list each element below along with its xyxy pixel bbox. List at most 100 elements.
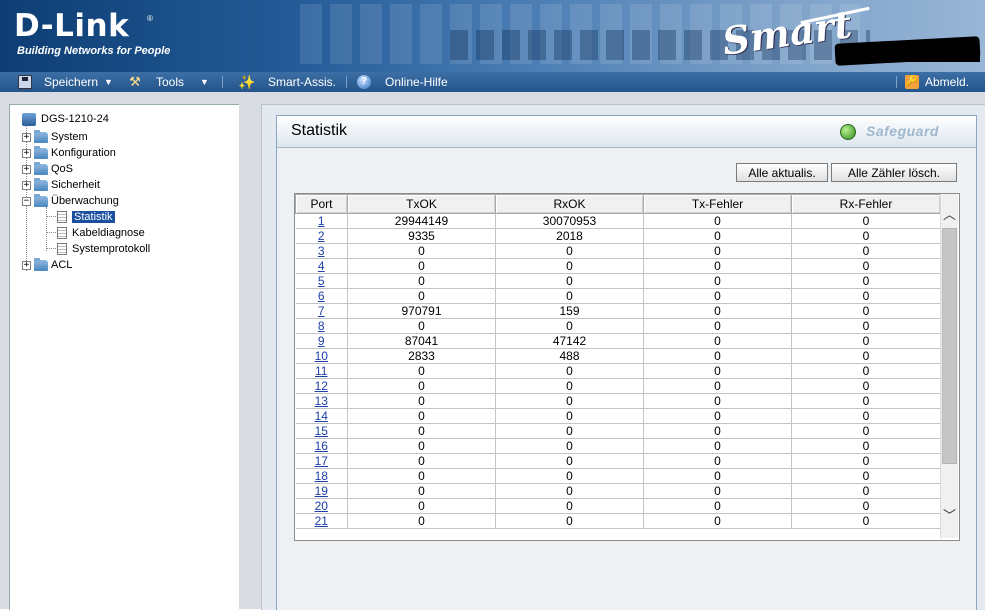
tx-error-cell: 0 (643, 363, 792, 379)
tools-menu[interactable]: ⚒ Tools ▼ (128, 74, 209, 90)
statistics-table-container: Port TxOK RxOK Tx-Fehler Rx-Fehler 1 2994… (294, 193, 960, 541)
rx-error-cell: 0 (791, 228, 941, 244)
tx-error-cell: 0 (643, 393, 792, 409)
port-cell: 5 (295, 273, 348, 289)
column-header-tx-fehler[interactable]: Tx-Fehler (643, 194, 792, 214)
column-header-port[interactable]: Port (295, 194, 348, 214)
txok-cell: 0 (347, 438, 496, 454)
port-cell: 12 (295, 378, 348, 394)
table-row: 7 970791 159 0 0 (295, 303, 941, 319)
tx-error-cell: 0 (643, 468, 792, 484)
rxok-cell: 0 (495, 468, 644, 484)
port-link[interactable]: 11 (315, 364, 327, 378)
column-header-txok[interactable]: TxOK (347, 194, 496, 214)
port-link[interactable]: 19 (315, 484, 328, 498)
column-header-rxok[interactable]: RxOK (495, 194, 644, 214)
tree-item-acl[interactable]: + ACL (22, 257, 72, 273)
switch-icon (22, 112, 36, 126)
chevron-down-icon[interactable]: ﹀ (941, 507, 958, 524)
tree-item-system[interactable]: + System (22, 129, 88, 145)
collapse-icon[interactable]: − (22, 196, 31, 206)
rxok-cell: 0 (495, 483, 644, 499)
save-menu[interactable]: Speichern ▼ (18, 74, 113, 90)
table-row: 11 0 0 0 0 (295, 363, 941, 379)
port-link[interactable]: 13 (315, 394, 328, 408)
chevron-up-icon[interactable]: ︿ (941, 206, 958, 223)
rxok-cell: 0 (495, 438, 644, 454)
expand-icon[interactable]: + (22, 164, 31, 174)
port-cell: 20 (295, 498, 348, 514)
dlink-logo: D-Link (14, 8, 130, 44)
table-scrollbar[interactable]: ︿ ﹀ (940, 194, 958, 538)
rxok-cell: 0 (495, 393, 644, 409)
logout-label: Abmeld. (925, 75, 970, 89)
port-link[interactable]: 8 (318, 319, 325, 333)
rx-error-cell: 0 (791, 363, 941, 379)
port-link[interactable]: 1 (318, 214, 325, 228)
tree-item-systemprotokoll[interactable]: Systemprotokoll (57, 241, 150, 257)
table-row: 1 29944149 30070953 0 0 (295, 213, 941, 229)
txok-cell: 0 (347, 393, 496, 409)
smart-wizard-menu[interactable]: ✨ Smart-Assis. (238, 74, 336, 90)
rx-error-cell: 0 (791, 303, 941, 319)
tree-root-switch[interactable]: DGS-1210-24 (22, 111, 109, 127)
tree-item-konfiguration[interactable]: + Konfiguration (22, 145, 116, 161)
tree-item-label: ACL (51, 259, 73, 271)
table-row: 20 0 0 0 0 (295, 498, 941, 514)
tx-error-cell: 0 (643, 498, 792, 514)
port-link[interactable]: 20 (315, 499, 328, 513)
rxok-cell: 0 (495, 453, 644, 469)
expand-icon[interactable]: + (22, 132, 31, 142)
rxok-cell: 0 (495, 243, 644, 259)
tree-item-kabeldiagnose[interactable]: Kabeldiagnose (57, 225, 145, 241)
port-link[interactable]: 14 (315, 409, 328, 423)
tree-item-label: Kabeldiagnose (72, 227, 145, 239)
txok-cell: 0 (347, 423, 496, 439)
rx-error-cell: 0 (791, 213, 941, 229)
smart-wizard-label: Smart-Assis. (268, 75, 337, 89)
scrollbar-thumb[interactable] (942, 228, 957, 464)
table-row: 13 0 0 0 0 (295, 393, 941, 409)
txok-cell: 0 (347, 483, 496, 499)
table-row: 16 0 0 0 0 (295, 438, 941, 454)
port-link[interactable]: 7 (318, 304, 325, 318)
port-link[interactable]: 15 (315, 424, 328, 438)
folder-icon (34, 129, 48, 143)
tree-item-sicherheit[interactable]: + Sicherheit (22, 177, 100, 193)
port-link[interactable]: 4 (318, 259, 325, 273)
txok-cell: 0 (347, 273, 496, 289)
port-link[interactable]: 3 (318, 244, 325, 258)
port-link[interactable]: 5 (318, 274, 325, 288)
refresh-all-button[interactable]: Alle aktualis. (736, 163, 828, 182)
port-link[interactable]: 21 (315, 514, 328, 528)
port-link[interactable]: 6 (318, 289, 325, 303)
port-link[interactable]: 18 (315, 469, 328, 483)
rxok-cell: 159 (495, 303, 644, 319)
tree-item-qos[interactable]: + QoS (22, 161, 73, 177)
column-header-rx-fehler[interactable]: Rx-Fehler (791, 194, 941, 214)
tx-error-cell: 0 (643, 423, 792, 439)
expand-icon[interactable]: + (22, 148, 31, 158)
logout-button[interactable]: 🔑 Abmeld. (905, 74, 969, 90)
port-link[interactable]: 9 (318, 334, 325, 348)
txok-cell: 87041 (347, 333, 496, 349)
tools-icon: ⚒ (129, 74, 141, 89)
rxok-cell: 0 (495, 273, 644, 289)
txok-cell: 970791 (347, 303, 496, 319)
port-link[interactable]: 17 (315, 454, 328, 468)
port-link[interactable]: 10 (315, 349, 328, 363)
expand-icon[interactable]: + (22, 260, 31, 270)
table-row: 30000 (295, 243, 941, 259)
port-link[interactable]: 16 (315, 439, 328, 453)
chevron-down-icon: ▼ (104, 77, 113, 87)
port-link[interactable]: 12 (315, 379, 328, 393)
rx-error-cell: 0 (791, 258, 941, 274)
tree-item-ueberwachung[interactable]: − Überwachung (22, 193, 119, 209)
online-help-menu[interactable]: ? Online-Hilfe (357, 74, 448, 90)
txok-cell: 0 (347, 258, 496, 274)
port-link[interactable]: 2 (318, 229, 325, 243)
expand-icon[interactable]: + (22, 180, 31, 190)
tree-item-label: Überwachung (51, 195, 119, 207)
tree-item-statistik[interactable]: Statistik (57, 209, 115, 225)
clear-all-counters-button[interactable]: Alle Zähler lösch. (831, 163, 957, 182)
